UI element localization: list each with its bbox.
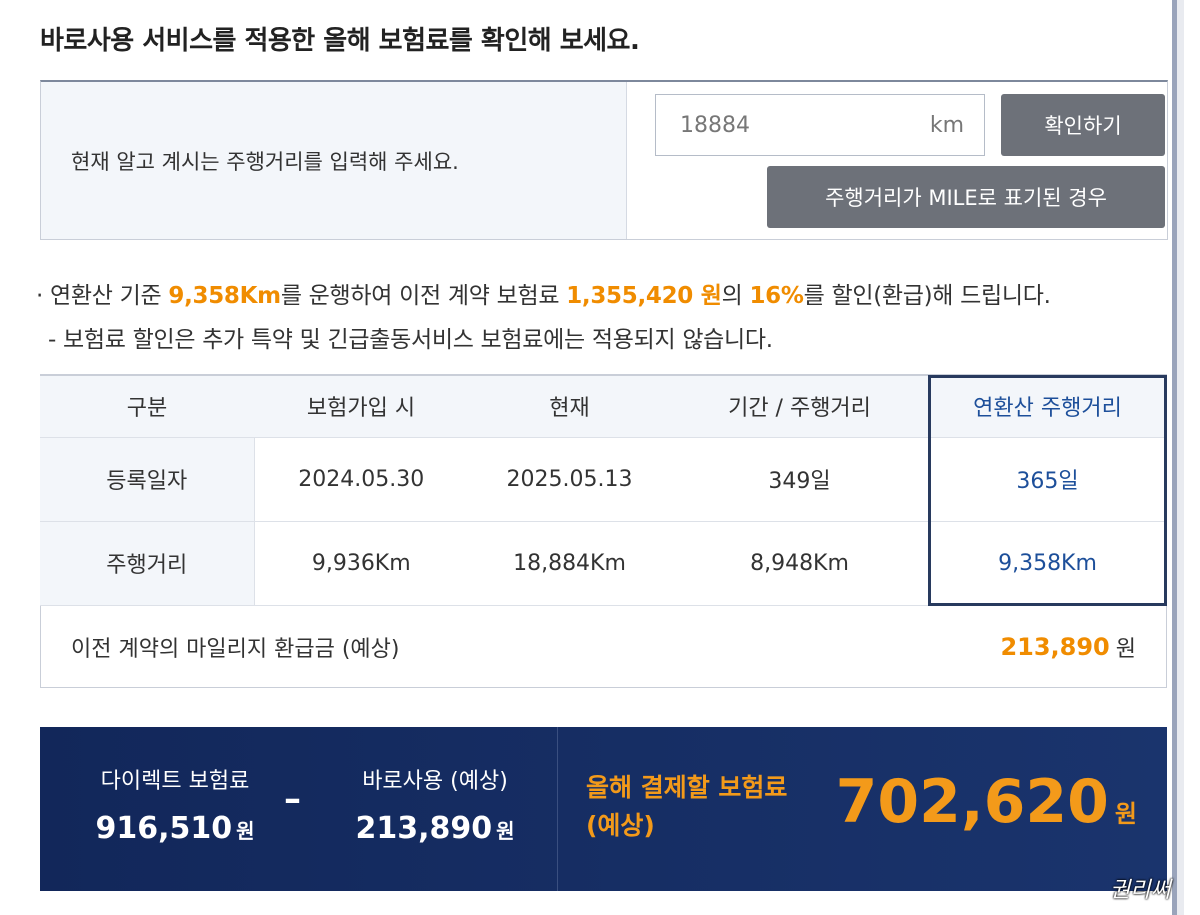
- baro-use-block: 바로사용 (예상) 213,890 원: [340, 763, 530, 846]
- refund-unit: 원: [1115, 636, 1136, 662]
- mileage-field[interactable]: km: [655, 94, 985, 156]
- baro-use-label: 바로사용 (예상): [362, 769, 508, 794]
- page-title: 바로사용 서비스를 적용한 올해 보험료를 확인해 보세요.: [40, 26, 640, 56]
- mileage-prompt: 현재 알고 계시는 주행거리를 입력해 주세요.: [41, 82, 627, 239]
- table-cell: 9,936Km: [254, 521, 468, 606]
- direct-premium-label: 다이렉트 보험료: [100, 769, 250, 794]
- summary-total: 올해 결제할 보험료 (예상) 702,620 원: [558, 727, 1167, 891]
- notice-text: 의: [721, 283, 750, 309]
- dash-bullet: -: [48, 327, 56, 353]
- refund-amount: 213,890: [1000, 632, 1110, 661]
- minus-sign: –: [284, 779, 301, 819]
- pay-label: 올해 결제할 보험료 (예상): [586, 769, 787, 845]
- mileage-table: 구분 보험가입 시 현재 기간 / 주행거리 연환산 주행거리 등록일자 202…: [40, 374, 1167, 606]
- table-row: 주행거리 9,936Km 18,884Km 8,948Km 9,358Km: [40, 521, 1167, 606]
- refund-row: 이전 계약의 마일리지 환급금 (예상) 213,890 원: [40, 606, 1167, 688]
- right-edge-rule: [1172, 0, 1184, 915]
- table-cell: 2024.05.30: [254, 437, 468, 522]
- pay-amount: 702,620 원: [836, 767, 1137, 837]
- header-period: 기간 / 주행거리: [671, 374, 928, 438]
- direct-premium-amount: 916,510: [95, 811, 233, 846]
- notice-text: 보험료 할인은 추가 특약 및 긴급출동서비스 보험료에는 적용되지 않습니다.: [63, 327, 773, 353]
- bullet: ·: [36, 283, 44, 309]
- summary-calculation: 다이렉트 보험료 916,510 원 – 바로사용 (예상) 213,890 원: [40, 727, 558, 891]
- unit-label: km: [929, 112, 964, 138]
- confirm-button[interactable]: 확인하기: [1001, 94, 1165, 156]
- refund-label: 이전 계약의 마일리지 환급금 (예상): [71, 636, 400, 662]
- won-unit: 원: [1114, 800, 1137, 828]
- signature-watermark: 권리써: [1110, 878, 1171, 903]
- header-annualized: 연환산 주행거리: [928, 374, 1167, 438]
- exclusion-notice: - 보험료 할인은 추가 특약 및 긴급출동서비스 보험료에는 적용되지 않습니…: [48, 320, 773, 354]
- row-label-date: 등록일자: [40, 437, 255, 522]
- discount-notice: · 연환산 기준 9,358Km를 운행하여 이전 계약 보험료 1,355,4…: [36, 276, 1051, 310]
- won-unit: 원: [496, 819, 515, 843]
- direct-premium-block: 다이렉트 보험료 916,510 원: [80, 763, 270, 846]
- mileage-input[interactable]: [656, 112, 916, 138]
- previous-premium: 1,355,420 원: [566, 283, 722, 309]
- pay-label-line1: 올해 결제할 보험료: [586, 773, 788, 802]
- header-current: 현재: [468, 374, 671, 438]
- won-unit: 원: [236, 819, 255, 843]
- notice-text: 를 운행하여 이전 계약 보험료: [280, 283, 567, 309]
- mile-unit-button[interactable]: 주행거리가 MILE로 표기된 경우: [767, 166, 1165, 228]
- pay-amount-value: 702,620: [835, 767, 1109, 837]
- annual-distance: 9,358Km: [168, 283, 281, 309]
- payment-summary: 다이렉트 보험료 916,510 원 – 바로사용 (예상) 213,890 원 올…: [40, 727, 1167, 891]
- discount-percent: 16%: [749, 283, 804, 309]
- header-signup: 보험가입 시: [254, 374, 468, 438]
- table-cell: 8,948Km: [671, 521, 928, 606]
- baro-use-amount: 213,890: [355, 811, 493, 846]
- table-cell-annualized: 365일: [928, 437, 1167, 522]
- header-category: 구분: [40, 374, 254, 438]
- table-cell: 2025.05.13: [468, 437, 671, 522]
- notice-text: 를 할인(환급)해 드립니다.: [803, 283, 1051, 309]
- table-header-row: 구분 보험가입 시 현재 기간 / 주행거리 연환산 주행거리: [40, 374, 1167, 438]
- table-cell: 349일: [671, 437, 928, 522]
- row-label-distance: 주행거리: [40, 521, 255, 606]
- pay-label-line2: (예상): [586, 811, 655, 840]
- notice-text: 연환산 기준: [50, 283, 169, 309]
- table-cell: 18,884Km: [468, 521, 671, 606]
- mileage-input-panel: 현재 알고 계시는 주행거리를 입력해 주세요. km 확인하기 주행거리가 M…: [40, 80, 1168, 240]
- table-row: 등록일자 2024.05.30 2025.05.13 349일 365일: [40, 437, 1167, 522]
- mileage-input-area: km 확인하기 주행거리가 MILE로 표기된 경우: [627, 82, 1167, 239]
- table-cell-annualized: 9,358Km: [928, 521, 1167, 606]
